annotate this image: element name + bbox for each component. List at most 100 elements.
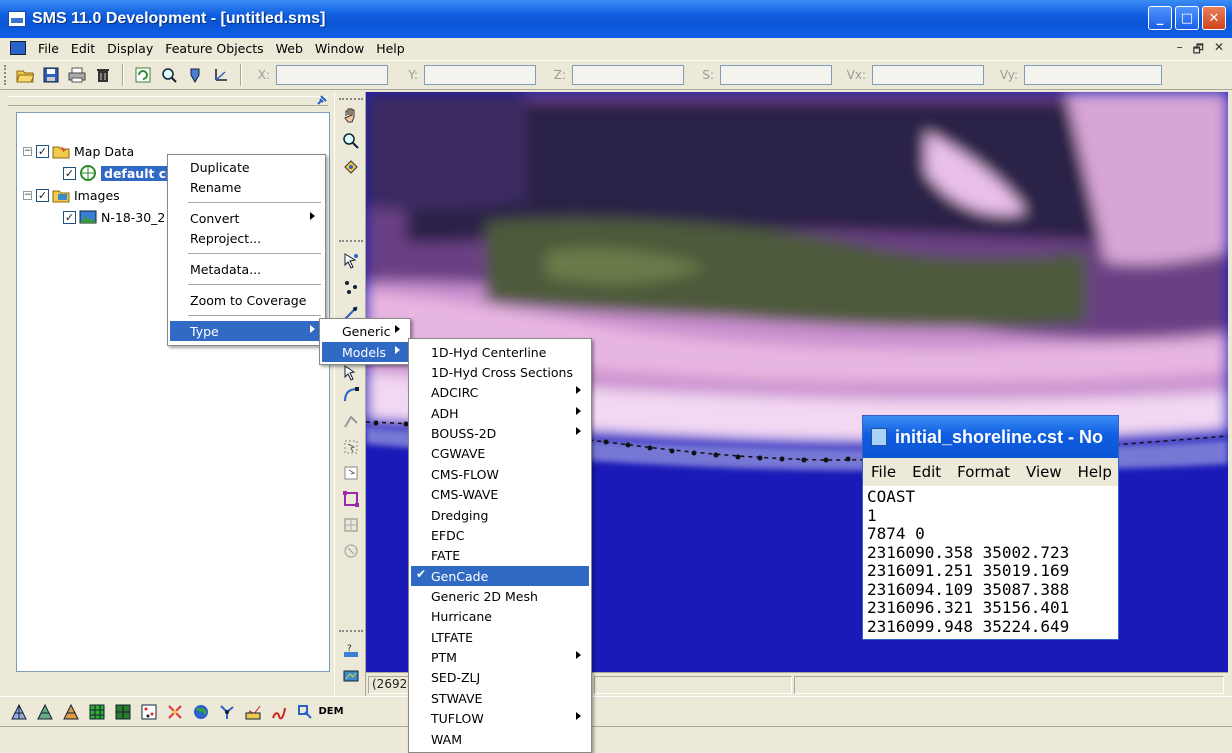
model-cms-wave[interactable]: CMS-WAVE xyxy=(411,484,589,504)
model-fate[interactable]: FATE xyxy=(411,545,589,565)
menu-web[interactable]: Web xyxy=(270,41,309,56)
model-stwave[interactable]: STWAVE xyxy=(411,688,589,708)
grid-module-icon[interactable] xyxy=(112,701,134,723)
delete-trash-icon[interactable] xyxy=(92,64,114,86)
menu-feature-objects[interactable]: Feature Objects xyxy=(159,41,269,56)
select-arc-icon[interactable] xyxy=(340,410,362,432)
model-cgwave[interactable]: CGWAVE xyxy=(411,443,589,463)
save-icon[interactable] xyxy=(40,64,62,86)
tree-node-images[interactable]: − ✓ Images xyxy=(23,185,120,205)
toolbar-grip[interactable] xyxy=(4,65,8,85)
image-checkbox[interactable]: ✓ xyxy=(63,210,76,224)
menu-file[interactable]: File xyxy=(32,41,65,56)
menu-item-rename[interactable]: Rename xyxy=(170,177,323,197)
print-icon[interactable] xyxy=(66,64,88,86)
select-vertex-icon[interactable] xyxy=(340,362,362,384)
map-module-icon[interactable] xyxy=(164,701,186,723)
notepad-menu-file[interactable]: File xyxy=(863,463,904,481)
tree-node-image[interactable]: ✓ N-18-30_2 xyxy=(63,207,165,227)
particle-module-icon[interactable] xyxy=(216,701,238,723)
model-sed-zlj[interactable]: SED-ZLJ xyxy=(411,667,589,687)
mesh-module-2-icon[interactable] xyxy=(34,701,56,723)
notepad-menu-view[interactable]: View xyxy=(1018,463,1070,481)
rotate-icon[interactable] xyxy=(340,156,362,178)
help-query-icon[interactable]: ? xyxy=(340,640,362,662)
model-cms-flow[interactable]: CMS-FLOW xyxy=(411,464,589,484)
model-bouss-2d[interactable]: BOUSS-2D xyxy=(411,423,589,443)
select-cell-icon[interactable] xyxy=(340,462,362,484)
menu-window[interactable]: Window xyxy=(309,41,370,56)
menu-item-convert[interactable]: Convert xyxy=(170,208,323,228)
model-wam[interactable]: WAM xyxy=(411,729,589,749)
quadtree-module-icon[interactable] xyxy=(242,701,264,723)
document-icon[interactable] xyxy=(10,41,26,55)
menu-item-zoom-to-coverage[interactable]: Zoom to Coverage xyxy=(170,290,323,310)
palette-grip[interactable] xyxy=(339,98,363,101)
collapse-toggle[interactable]: − xyxy=(23,146,32,156)
mdi-close-button[interactable]: ✕ xyxy=(1214,40,1224,61)
create-arc-icon[interactable] xyxy=(340,384,362,406)
select-grid-icon[interactable] xyxy=(340,514,362,536)
coord-x-field[interactable] xyxy=(276,65,388,85)
menu-item-models[interactable]: Models xyxy=(322,342,408,362)
mesh-module-icon[interactable] xyxy=(8,701,30,723)
create-point-icon[interactable] xyxy=(340,276,362,298)
menu-item-duplicate[interactable]: Duplicate xyxy=(170,157,323,177)
menu-item-metadata[interactable]: Metadata... xyxy=(170,259,323,279)
notepad-text-area[interactable]: COAST 1 7874 0 2316090.358 35002.723 231… xyxy=(867,487,1118,639)
plot-options-icon[interactable] xyxy=(184,64,206,86)
mdi-minimize-button[interactable]: – xyxy=(1177,40,1183,61)
zoom-icon[interactable] xyxy=(340,130,362,152)
axes-icon[interactable] xyxy=(210,64,232,86)
model-gencade[interactable]: ✔ GenCade xyxy=(411,566,589,586)
palette-grip[interactable] xyxy=(339,630,363,633)
model-efdc[interactable]: EFDC xyxy=(411,525,589,545)
menu-item-reproject[interactable]: Reproject... xyxy=(170,228,323,248)
pin-icon[interactable] xyxy=(316,94,328,106)
close-button[interactable]: ✕ xyxy=(1202,6,1226,30)
select-feature-icon[interactable] xyxy=(340,250,362,272)
refresh-icon[interactable] xyxy=(132,64,154,86)
model-adh[interactable]: ADH xyxy=(411,403,589,423)
coord-vy-field[interactable] xyxy=(1024,65,1162,85)
coord-z-field[interactable] xyxy=(572,65,684,85)
open-folder-icon[interactable] xyxy=(14,64,36,86)
model-adcirc[interactable]: ADCIRC xyxy=(411,382,589,402)
coord-y-field[interactable] xyxy=(424,65,536,85)
select-transect-icon[interactable] xyxy=(340,540,362,562)
mdi-restore-button[interactable]: 🗗 xyxy=(1193,40,1204,61)
mesh-module-3-icon[interactable] xyxy=(60,701,82,723)
menu-item-type[interactable]: Type xyxy=(170,321,323,341)
menu-edit[interactable]: Edit xyxy=(65,41,101,56)
dem-module-button[interactable]: DEM xyxy=(318,701,343,723)
create-polygon-icon[interactable] xyxy=(340,488,362,510)
minimize-button[interactable]: _ xyxy=(1148,6,1172,30)
zoom-frame-icon[interactable] xyxy=(158,64,180,86)
pan-icon[interactable] xyxy=(340,104,362,126)
coord-s-field[interactable] xyxy=(720,65,832,85)
tin-module-icon[interactable] xyxy=(294,701,316,723)
model-generic-2d-mesh[interactable]: Generic 2D Mesh xyxy=(411,586,589,606)
scatter-module-icon[interactable] xyxy=(138,701,160,723)
map-data-checkbox[interactable]: ✓ xyxy=(36,144,49,158)
select-polygon-icon[interactable] xyxy=(340,436,362,458)
notepad-menu-help[interactable]: Help xyxy=(1070,463,1120,481)
menu-item-generic[interactable]: Generic xyxy=(322,321,408,341)
palette-grip[interactable] xyxy=(339,240,363,243)
coverage-checkbox[interactable]: ✓ xyxy=(63,166,76,180)
model-1d-hyd-cross-sections[interactable]: 1D-Hyd Cross Sections xyxy=(411,362,589,382)
menu-display[interactable]: Display xyxy=(101,41,159,56)
cartesian-grid-icon[interactable] xyxy=(86,701,108,723)
maximize-button[interactable]: □ xyxy=(1175,6,1199,30)
coord-vx-field[interactable] xyxy=(872,65,984,85)
model-1d-hyd-centerline[interactable]: 1D-Hyd Centerline xyxy=(411,342,589,362)
tree-node-map-data[interactable]: − ✓ Map Data xyxy=(23,141,134,161)
gis-globe-icon[interactable] xyxy=(190,701,212,723)
notepad-menu-edit[interactable]: Edit xyxy=(904,463,949,481)
menu-help[interactable]: Help xyxy=(370,41,411,56)
model-ptm[interactable]: PTM xyxy=(411,647,589,667)
collapse-toggle[interactable]: − xyxy=(23,190,32,200)
model-dredging[interactable]: Dredging xyxy=(411,505,589,525)
images-checkbox[interactable]: ✓ xyxy=(36,188,49,202)
ptm-module-icon[interactable] xyxy=(268,701,290,723)
